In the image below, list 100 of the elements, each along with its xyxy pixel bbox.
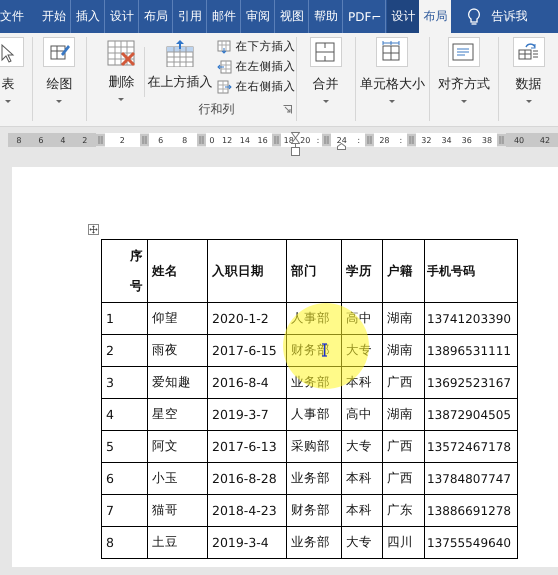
group-label: 行和列 bbox=[198, 101, 235, 118]
dropdown-caret-icon bbox=[5, 100, 11, 103]
table-move-handle-icon bbox=[88, 224, 99, 235]
table-cell: 13886691278 bbox=[424, 494, 518, 526]
ribbon-button[interactable]: 对齐方式 bbox=[438, 37, 490, 121]
table-cell: 小玉 bbox=[148, 462, 208, 494]
ruler-number: 6 bbox=[38, 136, 44, 144]
table-cell: 雨夜 bbox=[148, 334, 208, 366]
table-cell: 采购部 bbox=[286, 430, 342, 462]
insert-below-icon bbox=[216, 40, 232, 54]
insert-above-icon bbox=[164, 39, 195, 67]
table-cell: 广东 bbox=[382, 494, 424, 526]
ribbon-button[interactable]: 在右侧插入 bbox=[216, 79, 296, 94]
table-cell: 13784807747 bbox=[424, 462, 518, 494]
insert-left-icon bbox=[216, 60, 232, 74]
column-header: 户籍 bbox=[382, 240, 424, 302]
tell-me-search[interactable]: 告诉我 bbox=[491, 0, 528, 33]
table-cell: 仰望 bbox=[148, 302, 208, 334]
table-cell: 四川 bbox=[382, 526, 424, 558]
table-cell: 广西 bbox=[382, 430, 424, 462]
table-cell: 8 bbox=[102, 526, 148, 558]
ruler-number: 2 bbox=[120, 136, 125, 144]
ribbon-tab[interactable]: 设计 bbox=[387, 0, 420, 33]
column-header: 手机号码 bbox=[424, 240, 518, 302]
dropdown-caret-icon bbox=[56, 100, 62, 103]
table-cell: 13572467178 bbox=[424, 430, 518, 462]
ruler-number: 24 bbox=[336, 136, 347, 144]
ruler-number: 38 bbox=[482, 136, 492, 144]
ribbon-button[interactable]: 合并 bbox=[310, 37, 342, 121]
ruler-number: 2 bbox=[82, 136, 88, 144]
table-cell: 大专 bbox=[342, 526, 382, 558]
ruler-number: 0 bbox=[209, 136, 214, 144]
table-cell: 高中 bbox=[342, 302, 382, 334]
table-cell: 财务部 bbox=[286, 494, 342, 526]
table-cell: 爱知趣 bbox=[148, 366, 208, 398]
ribbon-button[interactable]: 删除 bbox=[100, 39, 142, 101]
ribbon-tab[interactable]: 布局 bbox=[419, 0, 452, 33]
ribbon-button[interactable]: 绘图 bbox=[43, 37, 76, 121]
table-cell: 2016-8-28 bbox=[208, 462, 286, 494]
column-marker-icon bbox=[322, 134, 332, 146]
table-cell: 阿文 bbox=[148, 430, 208, 462]
table-cell: 2020-1-2 bbox=[208, 302, 286, 334]
table-cell: 本科 bbox=[342, 462, 382, 494]
data-icon bbox=[512, 37, 545, 67]
table-cell: 7 bbox=[102, 494, 148, 526]
merge-cells-icon bbox=[310, 37, 342, 67]
table-cell: 2016-8-4 bbox=[208, 366, 286, 398]
table-cell: 业务部 bbox=[286, 526, 342, 558]
dropdown-caret-icon bbox=[322, 100, 329, 103]
ruler-number: 4 bbox=[60, 136, 66, 144]
ruler-number: 16 bbox=[258, 136, 268, 144]
table-cell: 土豆 bbox=[148, 526, 208, 558]
table-cell: 高中 bbox=[342, 398, 382, 430]
table-cell: 湖南 bbox=[382, 302, 424, 334]
cell-size-icon bbox=[376, 37, 408, 67]
ruler-number: : bbox=[400, 136, 402, 144]
ribbon-button[interactable]: 单元格大小 bbox=[360, 37, 425, 121]
table-cell: 猫哥 bbox=[148, 494, 208, 526]
table-cell: 2 bbox=[102, 334, 148, 366]
table-cell: 星空 bbox=[148, 398, 208, 430]
column-header: 姓名 bbox=[148, 240, 208, 302]
table-cell: 13896531111 bbox=[424, 334, 518, 366]
column-header: 入职日期 bbox=[208, 240, 286, 302]
ruler-number: 42 bbox=[540, 136, 550, 144]
table-cell: 广西 bbox=[382, 462, 424, 494]
table-cell: 13755549640 bbox=[424, 526, 518, 558]
ribbon-tab[interactable]: 文件 bbox=[0, 0, 32, 33]
ruler-number: 8 bbox=[182, 136, 188, 144]
table-cell: 5 bbox=[102, 430, 148, 462]
ribbon-button[interactable]: 数据 bbox=[512, 37, 545, 121]
table-pencil-icon bbox=[43, 37, 76, 67]
table-cell: 13872904505 bbox=[424, 398, 518, 430]
dropdown-caret-icon bbox=[461, 100, 468, 103]
table-cell: 业务部 bbox=[286, 462, 342, 494]
ruler-number: 20 bbox=[300, 136, 310, 144]
table-cell: 本科 bbox=[342, 366, 382, 398]
ribbon-button[interactable]: 在左侧插入 bbox=[216, 59, 296, 74]
table-cell: 3 bbox=[102, 366, 148, 398]
ruler-number: 32 bbox=[421, 136, 432, 144]
table-cell: 人事部 bbox=[286, 398, 342, 430]
ruler-number: 6 bbox=[158, 136, 164, 144]
ribbon-button[interactable]: 表 bbox=[0, 37, 24, 121]
table-cell: 2019-3-4 bbox=[208, 526, 286, 558]
table-cell: 4 bbox=[102, 398, 148, 430]
ribbon-button[interactable]: 在下方插入 bbox=[216, 39, 296, 54]
ribbon-button[interactable]: 在上方插入 bbox=[147, 39, 213, 91]
table-cell: 13692523167 bbox=[424, 366, 518, 398]
ruler-number: 34 bbox=[441, 136, 452, 144]
ruler-number: 8 bbox=[16, 136, 22, 144]
column-header: 序号 bbox=[102, 240, 148, 302]
ruler-number: 28 bbox=[379, 136, 390, 144]
table-cell: 1 bbox=[102, 302, 148, 334]
column-header: 部门 bbox=[286, 240, 342, 302]
ruler-number: 40 bbox=[514, 136, 524, 144]
insert-right-icon bbox=[216, 80, 232, 94]
table-cell: 湖南 bbox=[382, 398, 424, 430]
table-cell: 13741203390 bbox=[424, 302, 518, 334]
table-cell: 2017-6-15 bbox=[208, 334, 286, 366]
table-cell: 2019-3-7 bbox=[208, 398, 286, 430]
table-cell: 2018-4-23 bbox=[208, 494, 286, 526]
